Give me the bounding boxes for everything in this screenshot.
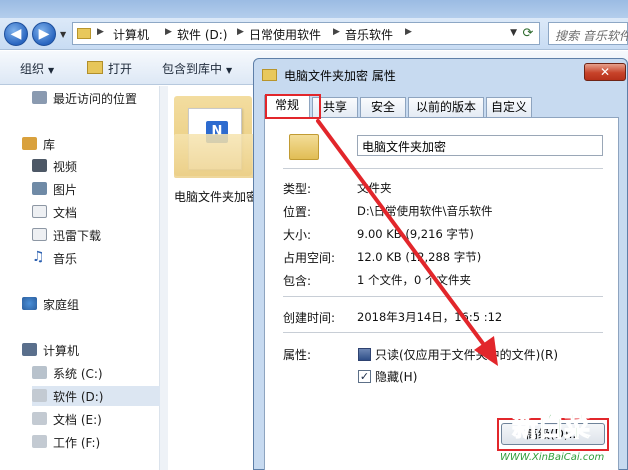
divider <box>283 296 603 297</box>
back-button[interactable]: ◀ <box>4 22 28 46</box>
breadcrumb-computer[interactable]: 计算机 <box>113 26 149 43</box>
include-in-library-button[interactable]: 包含到库中 ▼ <box>162 60 232 77</box>
watermark-title: 新白菜 <box>512 412 590 443</box>
breadcrumb-separator-icon[interactable]: ▶ <box>165 27 172 37</box>
organize-menu-button[interactable]: 组织 ▼ <box>20 60 54 77</box>
sidebar-item-label: 迅雷下载 <box>53 229 102 243</box>
size-on-disk-value: 12.0 KB (12,288 字节) <box>357 250 482 264</box>
breadcrumb-separator-icon[interactable]: ▶ <box>97 27 104 37</box>
homegroup-icon <box>22 297 37 310</box>
divider <box>283 332 603 333</box>
size-label: 大小: <box>283 228 312 242</box>
back-arrow-icon: ◀ <box>10 26 22 42</box>
system-drive-icon <box>32 366 47 379</box>
sidebar-item-label: 文档 <box>53 206 78 220</box>
sidebar-item-label: 软件 (D:) <box>53 390 104 404</box>
folder-icon <box>77 28 91 39</box>
type-label: 类型: <box>283 182 312 196</box>
chevron-down-icon: ▼ <box>226 66 233 75</box>
music-note-icon: ♫ <box>32 249 45 265</box>
sidebar-item-label: 视频 <box>53 160 78 174</box>
picture-library-icon <box>32 182 47 195</box>
folder-front-flap <box>174 134 256 178</box>
document-library-icon <box>32 205 47 218</box>
watermark-logo: 新白菜 WWW.XinBaiCai.com <box>486 396 628 470</box>
video-library-icon <box>32 159 47 172</box>
type-value: 文件夹 <box>357 181 392 195</box>
sidebar-item-label: 家庭组 <box>43 298 80 312</box>
tab-previous-versions[interactable]: 以前的版本 <box>408 97 484 117</box>
attributes-label: 属性: <box>283 348 312 362</box>
sidebar-item-label: 最近访问的位置 <box>53 92 138 106</box>
sidebar-item-label: 图片 <box>53 183 78 197</box>
library-icon <box>22 137 37 150</box>
breadcrumb-music-software[interactable]: 音乐软件 <box>345 26 393 43</box>
sidebar-item-label: 工作 (F:) <box>53 436 101 450</box>
watermark-graphic: 新白菜 WWW.XinBaiCai.com <box>500 412 604 464</box>
pane-splitter[interactable] <box>160 86 168 470</box>
open-button[interactable]: 打开 <box>108 60 132 77</box>
include-in-library-label: 包含到库中 <box>162 62 223 76</box>
tab-security[interactable]: 安全 <box>360 97 406 117</box>
size-value: 9.00 KB (9,216 字节) <box>357 227 474 241</box>
forward-arrow-icon: ▶ <box>38 26 50 42</box>
close-button[interactable]: ✕ <box>584 63 626 81</box>
download-library-icon <box>32 228 47 241</box>
breadcrumb-separator-icon[interactable]: ▶ <box>405 27 412 37</box>
divider <box>283 168 603 169</box>
folder-icon <box>262 69 277 81</box>
location-label: 位置: <box>283 205 312 219</box>
navigation-pane: 最近访问的位置 库 视频 图片 文档 迅雷下载 ♫ 音乐 家庭组 计算机 系统 … <box>0 86 160 470</box>
tab-customize[interactable]: 自定义 <box>486 97 532 117</box>
contains-value: 1 个文件，0 个文件夹 <box>357 273 471 287</box>
watermark-url: WWW.XinBaiCai.com <box>500 452 604 463</box>
search-placeholder: 搜索 音乐软件 <box>555 29 628 43</box>
readonly-label: 只读(仅应用于文件夹中的文件)(R) <box>375 348 559 362</box>
refresh-icon[interactable]: ⟳ <box>519 24 537 43</box>
drive-icon <box>32 435 47 448</box>
sidebar-item-label: 计算机 <box>43 344 80 358</box>
address-box[interactable]: ▶ 计算机 ▶ 软件 (D:) ▶ 日常使用软件 ▶ 音乐软件 ▶ ▼ ⟳ <box>72 22 540 45</box>
hidden-label: 隐藏(H) <box>375 370 418 384</box>
chevron-down-icon: ▼ <box>48 66 55 75</box>
sidebar-item-label: 文档 (E:) <box>53 413 102 427</box>
sidebar-item-label: 音乐 <box>53 252 78 266</box>
open-icon <box>87 61 103 74</box>
sidebar-item-label: 库 <box>43 138 56 152</box>
created-label: 创建时间: <box>283 311 336 325</box>
readonly-checkbox[interactable] <box>358 348 371 361</box>
folder-item[interactable]: N 电脑文件夹加密 <box>172 92 264 222</box>
recent-places-icon <box>32 91 47 104</box>
computer-icon <box>22 343 37 356</box>
close-icon: ✕ <box>599 65 611 79</box>
folder-icon <box>289 134 319 160</box>
breadcrumb-drive-d[interactable]: 软件 (D:) <box>177 26 227 43</box>
size-on-disk-label: 占用空间: <box>283 251 336 265</box>
folder-item-label: 电脑文件夹加密 <box>174 190 259 204</box>
drive-icon <box>32 389 47 402</box>
breadcrumb-separator-icon[interactable]: ▶ <box>237 27 244 37</box>
folder-name-field[interactable]: 电脑文件夹加密 <box>357 135 603 156</box>
created-value: 2018年3月14日，16:5 :12 <box>357 310 503 324</box>
forward-button[interactable]: ▶ <box>32 22 56 46</box>
search-input[interactable]: 搜索 音乐软件 <box>548 22 628 45</box>
drive-icon <box>32 412 47 425</box>
location-value: D:\日常使用软件\音乐软件 <box>357 204 493 218</box>
organize-label: 组织 <box>20 62 45 76</box>
recent-pages-dropdown-icon[interactable]: ▼ <box>60 30 66 39</box>
hidden-checkbox[interactable]: ✓ <box>358 370 371 383</box>
sidebar-item-drive-d[interactable]: 软件 (D:) <box>32 386 160 406</box>
highlight-box-general-tab <box>265 94 321 119</box>
address-history-dropdown-icon[interactable]: ▼ <box>510 28 517 38</box>
breadcrumb-daily-software[interactable]: 日常使用软件 <box>249 26 321 43</box>
breadcrumb-separator-icon[interactable]: ▶ <box>333 27 340 37</box>
sidebar-item-label: 系统 (C:) <box>53 367 103 381</box>
contains-label: 包含: <box>283 274 312 288</box>
dialog-title: 电脑文件夹加密 属性 <box>284 69 396 83</box>
address-bar-area: ◀ ▶ ▼ ▶ 计算机 ▶ 软件 (D:) ▶ 日常使用软件 ▶ 音乐软件 ▶ … <box>0 18 628 50</box>
